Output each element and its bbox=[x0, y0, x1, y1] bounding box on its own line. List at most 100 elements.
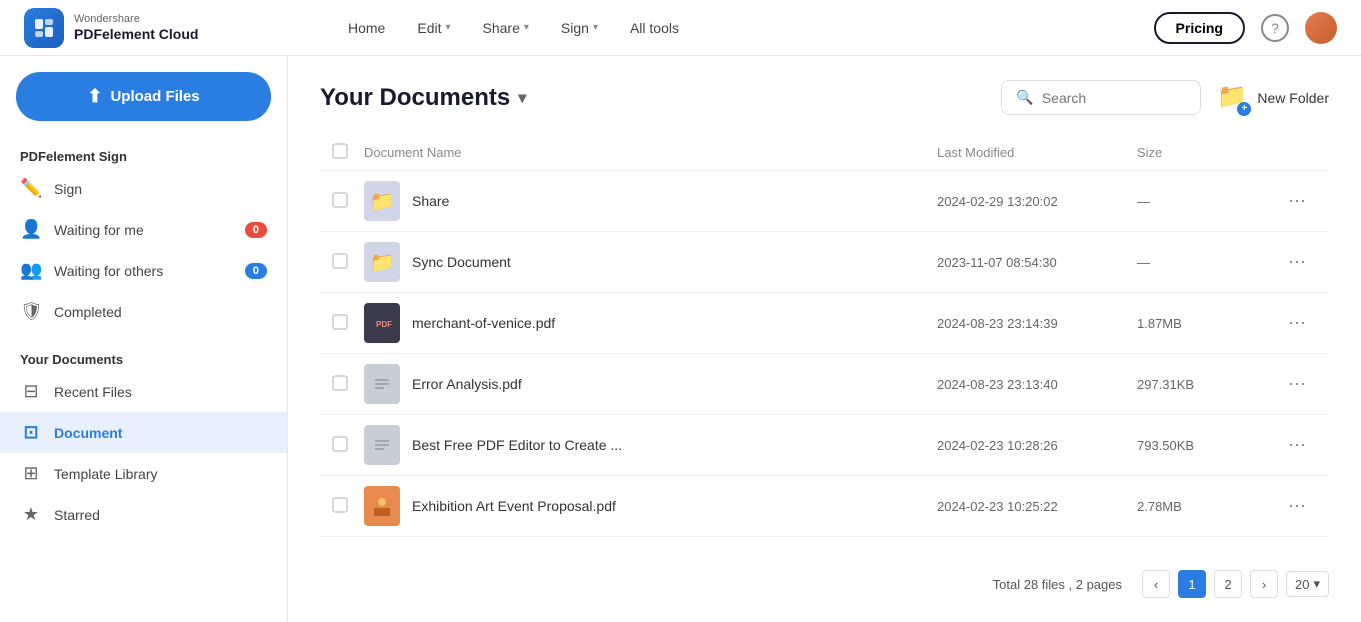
title-chevron-down-icon: ▾ bbox=[518, 88, 526, 108]
logo-icon bbox=[24, 8, 64, 48]
sidebar-item-recent-files[interactable]: ⊟ Recent Files bbox=[0, 371, 287, 412]
pdf-thumbnail bbox=[364, 364, 400, 404]
col-header-modified: Last Modified bbox=[937, 145, 1137, 160]
table-row: Error Analysis.pdf 2024-08-23 23:13:40 2… bbox=[320, 354, 1329, 415]
more-options-button[interactable]: ⋯ bbox=[1277, 370, 1317, 399]
chevron-down-icon: ▾ bbox=[445, 22, 450, 33]
folder-thumbnail: 📁 bbox=[364, 181, 400, 221]
col-header-name: Document Name bbox=[364, 145, 937, 160]
more-options-button[interactable]: ⋯ bbox=[1277, 431, 1317, 460]
chevron-down-icon: ▾ bbox=[524, 22, 529, 33]
doc-name: 📁 Sync Document bbox=[364, 242, 937, 282]
sidebar-item-waiting-for-others[interactable]: 👥 Waiting for others 0 bbox=[0, 250, 287, 291]
starred-icon: ★ bbox=[20, 504, 42, 525]
doc-name: 📁 Share bbox=[364, 181, 937, 221]
table-row: Best Free PDF Editor to Create ... 2024-… bbox=[320, 415, 1329, 476]
nav-share[interactable]: Share▾ bbox=[471, 14, 541, 42]
waiting-for-me-label: Waiting for me bbox=[54, 222, 144, 238]
nav-home[interactable]: Home bbox=[336, 14, 397, 42]
doc-modified: 2024-02-23 10:25:22 bbox=[937, 499, 1137, 514]
document-icon: ⊡ bbox=[20, 422, 42, 443]
more-options-button[interactable]: ⋯ bbox=[1277, 248, 1317, 277]
waiting-others-icon: 👥 bbox=[20, 260, 42, 281]
logo-text: Wondershare PDFelement Cloud bbox=[74, 13, 198, 43]
col-header-size: Size bbox=[1137, 145, 1277, 160]
main-title-text: Your Documents bbox=[320, 84, 510, 112]
doc-filename: Error Analysis.pdf bbox=[412, 376, 522, 392]
search-icon: 🔍 bbox=[1016, 89, 1033, 106]
more-options-button[interactable]: ⋯ bbox=[1277, 492, 1317, 521]
main-title[interactable]: Your Documents ▾ bbox=[320, 84, 526, 112]
sidebar-item-completed[interactable]: 🛡 Completed bbox=[0, 291, 287, 332]
sidebar-item-document[interactable]: ⊡ Document bbox=[0, 412, 287, 453]
pricing-button[interactable]: Pricing bbox=[1154, 12, 1245, 44]
page-2-button[interactable]: 2 bbox=[1214, 570, 1242, 598]
doc-filename: Exhibition Art Event Proposal.pdf bbox=[412, 498, 616, 514]
search-input[interactable] bbox=[1042, 90, 1187, 106]
more-options-button[interactable]: ⋯ bbox=[1277, 187, 1317, 216]
doc-name: Error Analysis.pdf bbox=[364, 364, 937, 404]
docs-section-title: Your Documents bbox=[0, 344, 287, 371]
pdf-thumbnail bbox=[364, 486, 400, 526]
waiting-for-others-label: Waiting for others bbox=[54, 263, 163, 279]
table-row: 📁 Sync Document 2023-11-07 08:54:30 — ⋯ bbox=[320, 232, 1329, 293]
folder-icon-wrap: 📁 + bbox=[1217, 82, 1249, 114]
pagination-bar: Total 28 files , 2 pages ‹ 1 2 › 20 ▾ bbox=[320, 558, 1329, 598]
sign-section-title: PDFelement Sign bbox=[0, 141, 287, 168]
doc-modified: 2024-02-29 13:20:02 bbox=[937, 194, 1137, 209]
upload-files-button[interactable]: ⬆ Upload Files bbox=[16, 72, 271, 121]
row-checkbox[interactable] bbox=[332, 253, 364, 272]
table-row: 📁 Share 2024-02-29 13:20:02 — ⋯ bbox=[320, 171, 1329, 232]
doc-size: 793.50KB bbox=[1137, 438, 1277, 453]
recent-files-label: Recent Files bbox=[54, 384, 132, 400]
waiting-for-me-badge: 0 bbox=[245, 222, 267, 238]
avatar[interactable] bbox=[1305, 12, 1337, 44]
sign-label: Sign bbox=[54, 181, 82, 197]
doc-modified: 2023-11-07 08:54:30 bbox=[937, 255, 1137, 270]
select-all-checkbox[interactable] bbox=[332, 143, 364, 162]
row-checkbox[interactable] bbox=[332, 314, 364, 333]
sidebar-item-sign[interactable]: ✏️ Sign bbox=[0, 168, 287, 209]
doc-size: — bbox=[1137, 255, 1277, 270]
search-box[interactable]: 🔍 bbox=[1001, 80, 1201, 115]
starred-label: Starred bbox=[54, 507, 100, 523]
sidebar-item-template-library[interactable]: ⊞ Template Library bbox=[0, 453, 287, 494]
sidebar: ⬆ Upload Files PDFelement Sign ✏️ Sign 👤… bbox=[0, 56, 288, 622]
row-checkbox[interactable] bbox=[332, 192, 364, 211]
row-checkbox[interactable] bbox=[332, 436, 364, 455]
more-options-button[interactable]: ⋯ bbox=[1277, 309, 1317, 338]
help-icon[interactable]: ? bbox=[1261, 14, 1289, 42]
new-folder-button[interactable]: 📁 + New Folder bbox=[1217, 82, 1329, 114]
doc-name: Exhibition Art Event Proposal.pdf bbox=[364, 486, 937, 526]
doc-size: 2.78MB bbox=[1137, 499, 1277, 514]
doc-filename: merchant-of-venice.pdf bbox=[412, 315, 555, 331]
nav-edit[interactable]: Edit▾ bbox=[405, 14, 462, 42]
new-folder-label: New Folder bbox=[1257, 90, 1329, 106]
next-page-button[interactable]: › bbox=[1250, 570, 1278, 598]
nav-all-tools[interactable]: All tools bbox=[618, 14, 691, 42]
brand-bottom: PDFelement Cloud bbox=[74, 26, 198, 43]
header-actions: 🔍 📁 + New Folder bbox=[1001, 80, 1329, 115]
doc-name: Best Free PDF Editor to Create ... bbox=[364, 425, 937, 465]
upload-icon: ⬆ bbox=[87, 86, 102, 107]
nav-sign[interactable]: Sign▾ bbox=[549, 14, 610, 42]
row-checkbox[interactable] bbox=[332, 375, 364, 394]
doc-modified: 2024-02-23 10:28:26 bbox=[937, 438, 1137, 453]
table-header: Document Name Last Modified Size bbox=[320, 135, 1329, 171]
prev-page-button[interactable]: ‹ bbox=[1142, 570, 1170, 598]
row-checkbox[interactable] bbox=[332, 497, 364, 516]
sign-icon: ✏️ bbox=[20, 178, 42, 199]
folder-thumbnail: 📁 bbox=[364, 242, 400, 282]
document-table: Document Name Last Modified Size 📁 Share… bbox=[320, 135, 1329, 558]
main-content: Your Documents ▾ 🔍 📁 + New Folder bbox=[288, 56, 1361, 622]
per-page-value: 20 bbox=[1295, 577, 1309, 592]
document-label: Document bbox=[54, 425, 122, 441]
chevron-down-icon: ▾ bbox=[593, 22, 598, 33]
doc-filename: Sync Document bbox=[412, 254, 511, 270]
doc-filename: Best Free PDF Editor to Create ... bbox=[412, 437, 622, 453]
sidebar-item-waiting-for-me[interactable]: 👤 Waiting for me 0 bbox=[0, 209, 287, 250]
page-1-button[interactable]: 1 bbox=[1178, 570, 1206, 598]
chevron-down-icon: ▾ bbox=[1313, 576, 1320, 592]
sidebar-item-starred[interactable]: ★ Starred bbox=[0, 494, 287, 535]
per-page-select[interactable]: 20 ▾ bbox=[1286, 571, 1329, 597]
